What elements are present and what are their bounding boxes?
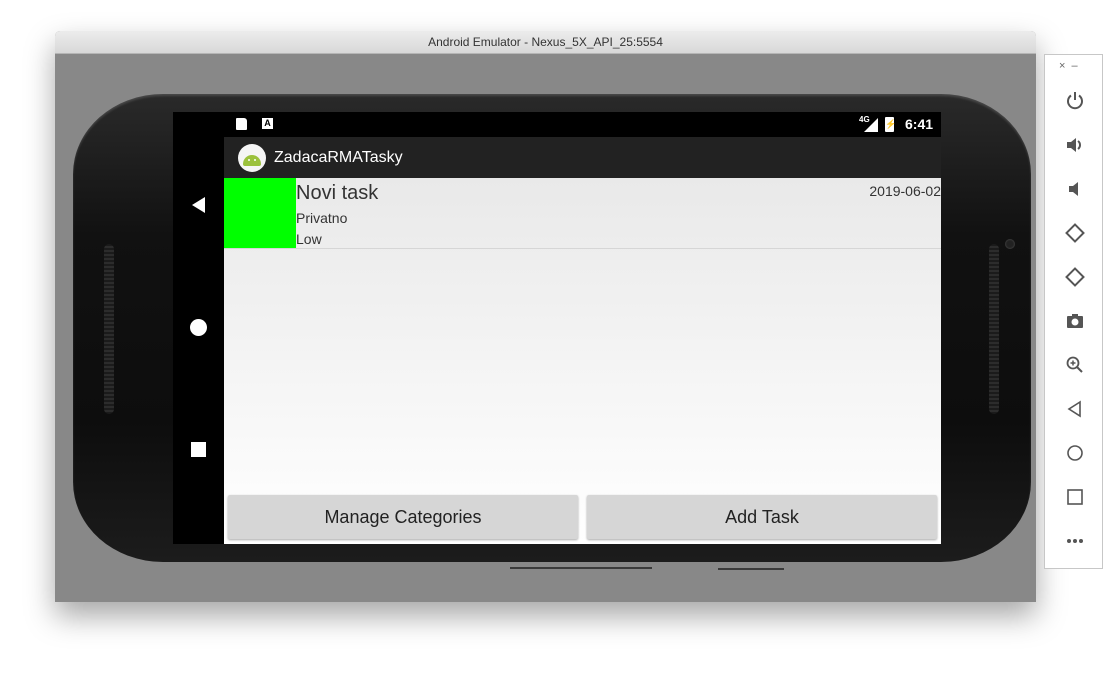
power-icon (1067, 92, 1083, 110)
zoom-button[interactable] (1059, 349, 1091, 381)
add-task-button[interactable]: Add Task (587, 495, 937, 539)
sd-card-icon (236, 118, 247, 130)
toolbar-window-controls: ×– (1059, 60, 1084, 72)
volume-down-icon (1069, 182, 1078, 196)
window-title: Android Emulator - Nexus_5X_API_25:5554 (55, 31, 1036, 54)
action-bar: ZadacaRMATasky (224, 137, 941, 178)
app-logo (238, 144, 266, 172)
rotate-right-button[interactable] (1059, 261, 1091, 293)
notification-a-icon: A (262, 118, 273, 129)
rotate-left-button[interactable] (1059, 217, 1091, 249)
task-list: Novi task Privatno Low 2019-06-02 Manage… (224, 178, 941, 544)
toolbar-close-button[interactable]: × (1059, 60, 1071, 72)
bottom-slot (510, 567, 652, 569)
front-camera (1005, 239, 1015, 249)
home-circle-icon (190, 318, 207, 336)
back-triangle-icon (192, 197, 205, 213)
overview-icon (1067, 489, 1083, 505)
more-button[interactable] (1059, 525, 1091, 557)
task-color-swatch (224, 178, 296, 248)
home-icon (1067, 445, 1083, 461)
recents-square-icon (191, 441, 206, 457)
nav-recents-button[interactable] (173, 429, 224, 469)
rotate-left-icon (1065, 223, 1085, 243)
task-date: 2019-06-02 (869, 183, 941, 199)
back-button[interactable] (1059, 393, 1091, 425)
zoom-icon (1066, 356, 1083, 373)
screenshot-button[interactable] (1059, 305, 1091, 337)
bottom-slot-right (718, 568, 784, 570)
manage-categories-button[interactable]: Manage Categories (228, 495, 578, 539)
task-priority: Low (296, 231, 322, 247)
toolbar-minimize-button[interactable]: – (1071, 60, 1083, 72)
battery-charging-icon: ⚡ (885, 117, 896, 132)
android-icon (243, 154, 261, 166)
task-row[interactable]: Novi task Privatno Low 2019-06-02 (224, 178, 941, 249)
task-name: Novi task (296, 182, 379, 204)
status-bar: A 4G ⚡ 6:41 (224, 112, 941, 137)
status-time: 6:41 (905, 116, 934, 132)
camera-icon (1067, 314, 1083, 328)
task-category: Privatno (296, 210, 348, 226)
emulator-toolbar: ×– (1044, 54, 1103, 569)
device-screen: A 4G ⚡ 6:41 ZadacaRMATasky Novi task Pri… (173, 112, 941, 544)
rotate-right-icon (1065, 267, 1085, 287)
power-button[interactable] (1059, 85, 1091, 117)
home-button[interactable] (1059, 437, 1091, 469)
app-area: A 4G ⚡ 6:41 ZadacaRMATasky Novi task Pri… (224, 112, 941, 544)
back-icon (1067, 400, 1081, 418)
nav-back-button[interactable] (173, 185, 224, 225)
left-speaker (104, 244, 114, 414)
volume-down-button[interactable] (1059, 173, 1091, 205)
more-icon (1067, 539, 1083, 543)
overview-button[interactable] (1059, 481, 1091, 513)
app-title: ZadacaRMATasky (274, 149, 403, 166)
signal-icon (864, 118, 878, 132)
volume-up-button[interactable] (1059, 129, 1091, 161)
volume-up-icon (1067, 138, 1081, 152)
nav-home-button[interactable] (173, 307, 224, 347)
navigation-bar (173, 112, 224, 544)
right-speaker (989, 244, 999, 414)
